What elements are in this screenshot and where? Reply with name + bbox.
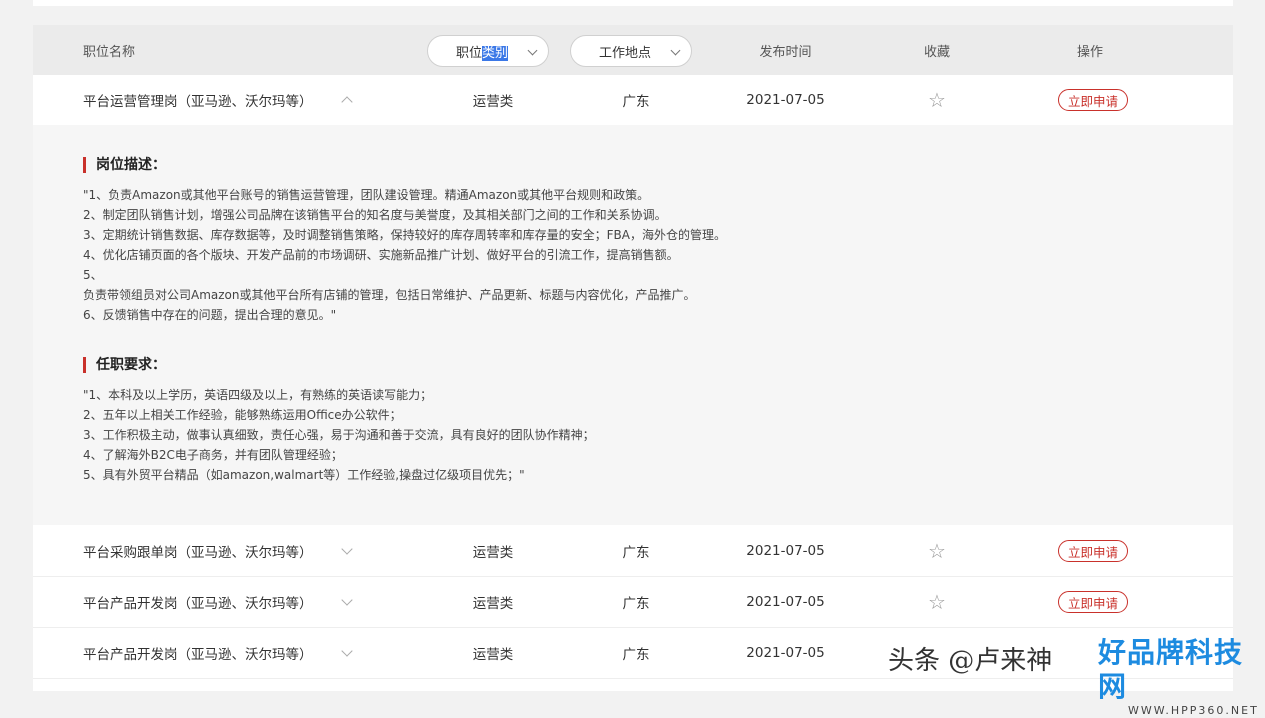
requirement-line: 5、具有外贸平台精品（如amazon,walmart等）工作经验,操盘过亿级项目… <box>83 468 525 482</box>
job-date: 2021-07-05 <box>746 645 825 661</box>
job-date: 2021-07-05 <box>746 543 825 559</box>
watermark-brand: 好品牌科技网 <box>1098 636 1244 703</box>
requirement-line: 4、了解海外B2C电子商务，并有团队管理经验； <box>83 448 343 462</box>
star-icon[interactable]: ☆ <box>926 577 948 627</box>
job-list-panel: 职位名称 职位类别 工作地点 发布时间 收藏 操作 平台运营管理岗（亚马逊、沃尔… <box>33 25 1233 691</box>
star-icon[interactable]: ☆ <box>926 526 948 576</box>
watermark-brand-logo: 好品牌科技网 WWW.HPP360.NET <box>1098 636 1258 717</box>
table-row[interactable]: 平台采购跟单岗（亚马逊、沃尔玛等） 运营类 广东 2021-07-05 ☆ 立即… <box>33 526 1233 577</box>
description-line: "1、负责Amazon或其他平台账号的销售运营管理，团队建设管理。精通Amazo… <box>83 188 650 202</box>
chevron-down-icon <box>341 543 353 555</box>
description-line: 4、优化店铺页面的各个版块、开发产品前的市场调研、实施新品推广计划、做好平台的引… <box>83 248 679 262</box>
filter-location-dropdown[interactable]: 工作地点 <box>570 35 692 67</box>
job-category: 运营类 <box>472 94 514 110</box>
header-job-name: 职位名称 <box>83 44 136 60</box>
header-publish-time: 发布时间 <box>759 44 812 60</box>
description-text: "1、负责Amazon或其他平台账号的销售运营管理，团队建设管理。精通Amazo… <box>83 185 726 325</box>
header-operation: 操作 <box>1076 44 1103 60</box>
job-detail-panel: 岗位描述： "1、负责Amazon或其他平台账号的销售运营管理，团队建设管理。精… <box>33 125 1233 525</box>
job-title[interactable]: 平台产品开发岗（亚马逊、沃尔玛等） <box>83 577 313 627</box>
requirement-line: 2、五年以上相关工作经验，能够熟练运用Office办公软件； <box>83 408 402 422</box>
job-location: 广东 <box>622 596 650 612</box>
filter-category-dropdown[interactable]: 职位类别 <box>427 35 549 67</box>
header-favorite: 收藏 <box>923 44 950 60</box>
watermark-text: 头条 @卢来神 <box>888 645 1053 676</box>
requirements-heading: 任职要求： <box>83 357 166 373</box>
job-category: 运营类 <box>472 545 514 561</box>
job-category: 运营类 <box>472 596 514 612</box>
chevron-down-icon <box>341 594 353 606</box>
apply-button[interactable]: 立即申请 <box>1058 591 1128 613</box>
job-title[interactable]: 平台产品开发岗（亚马逊、沃尔玛等） <box>83 628 313 678</box>
table-row[interactable]: 平台运营管理岗（亚马逊、沃尔玛等） 运营类 广东 2021-07-05 ☆ 立即… <box>33 75 1233 126</box>
job-location: 广东 <box>622 647 650 663</box>
chevron-up-icon <box>341 96 353 108</box>
table-row[interactable]: 平台产品开发岗（亚马逊、沃尔玛等） 运营类 广东 2021-07-05 <box>33 628 1233 679</box>
previous-section-strip <box>33 0 1233 6</box>
description-line: 3、定期统计销售数据、库存数据等，及时调整销售策略，保持较好的库存周转率和库存量… <box>83 228 726 242</box>
watermark-url: WWW.HPP360.NET <box>1128 704 1259 717</box>
requirement-line: "1、本科及以上学历，英语四级及以上，有熟练的英语读写能力； <box>83 388 433 402</box>
job-title[interactable]: 平台采购跟单岗（亚马逊、沃尔玛等） <box>83 526 313 576</box>
table-header: 职位名称 职位类别 工作地点 发布时间 收藏 操作 <box>33 25 1233 75</box>
job-location: 广东 <box>622 545 650 561</box>
apply-button[interactable]: 立即申请 <box>1058 540 1128 562</box>
chevron-down-icon <box>341 645 353 657</box>
collapse-toggle[interactable] <box>340 75 354 125</box>
requirements-text: "1、本科及以上学历，英语四级及以上，有熟练的英语读写能力； 2、五年以上相关工… <box>83 385 595 485</box>
description-heading: 岗位描述： <box>83 157 166 173</box>
expand-toggle[interactable] <box>340 526 354 576</box>
requirement-line: 3、工作积极主动，做事认真细致，责任心强，易于沟通和善于交流，具有良好的团队协作… <box>83 428 595 442</box>
filter-category-prefix: 职位 <box>455 45 482 61</box>
job-date: 2021-07-05 <box>746 594 825 610</box>
job-title[interactable]: 平台运营管理岗（亚马逊、沃尔玛等） <box>83 75 313 125</box>
apply-button[interactable]: 立即申请 <box>1058 89 1128 111</box>
filter-location-label: 工作地点 <box>598 45 651 61</box>
chevron-down-icon <box>527 45 538 56</box>
job-date: 2021-07-05 <box>746 92 825 108</box>
description-line: 6、反馈销售中存在的问题，提出合理的意见。" <box>83 308 337 322</box>
watermark-author: 头条 @卢来神 <box>888 632 1052 684</box>
description-line: 2、制定团队销售计划，增强公司品牌在该销售平台的知名度与美誉度，及其相关部门之间… <box>83 208 667 222</box>
star-icon[interactable]: ☆ <box>926 75 948 125</box>
expand-toggle[interactable] <box>340 628 354 678</box>
table-row[interactable]: 平台产品开发岗（亚马逊、沃尔玛等） 运营类 广东 2021-07-05 ☆ 立即… <box>33 577 1233 628</box>
job-category: 运营类 <box>472 647 514 663</box>
job-location: 广东 <box>622 94 650 110</box>
filter-category-selected-text: 类别 <box>482 45 509 61</box>
description-line: 5、 <box>83 268 103 282</box>
expand-toggle[interactable] <box>340 577 354 627</box>
description-line: 负责带领组员对公司Amazon或其他平台所有店铺的管理，包括日常维护、产品更新、… <box>83 288 696 302</box>
chevron-down-icon <box>670 45 681 56</box>
